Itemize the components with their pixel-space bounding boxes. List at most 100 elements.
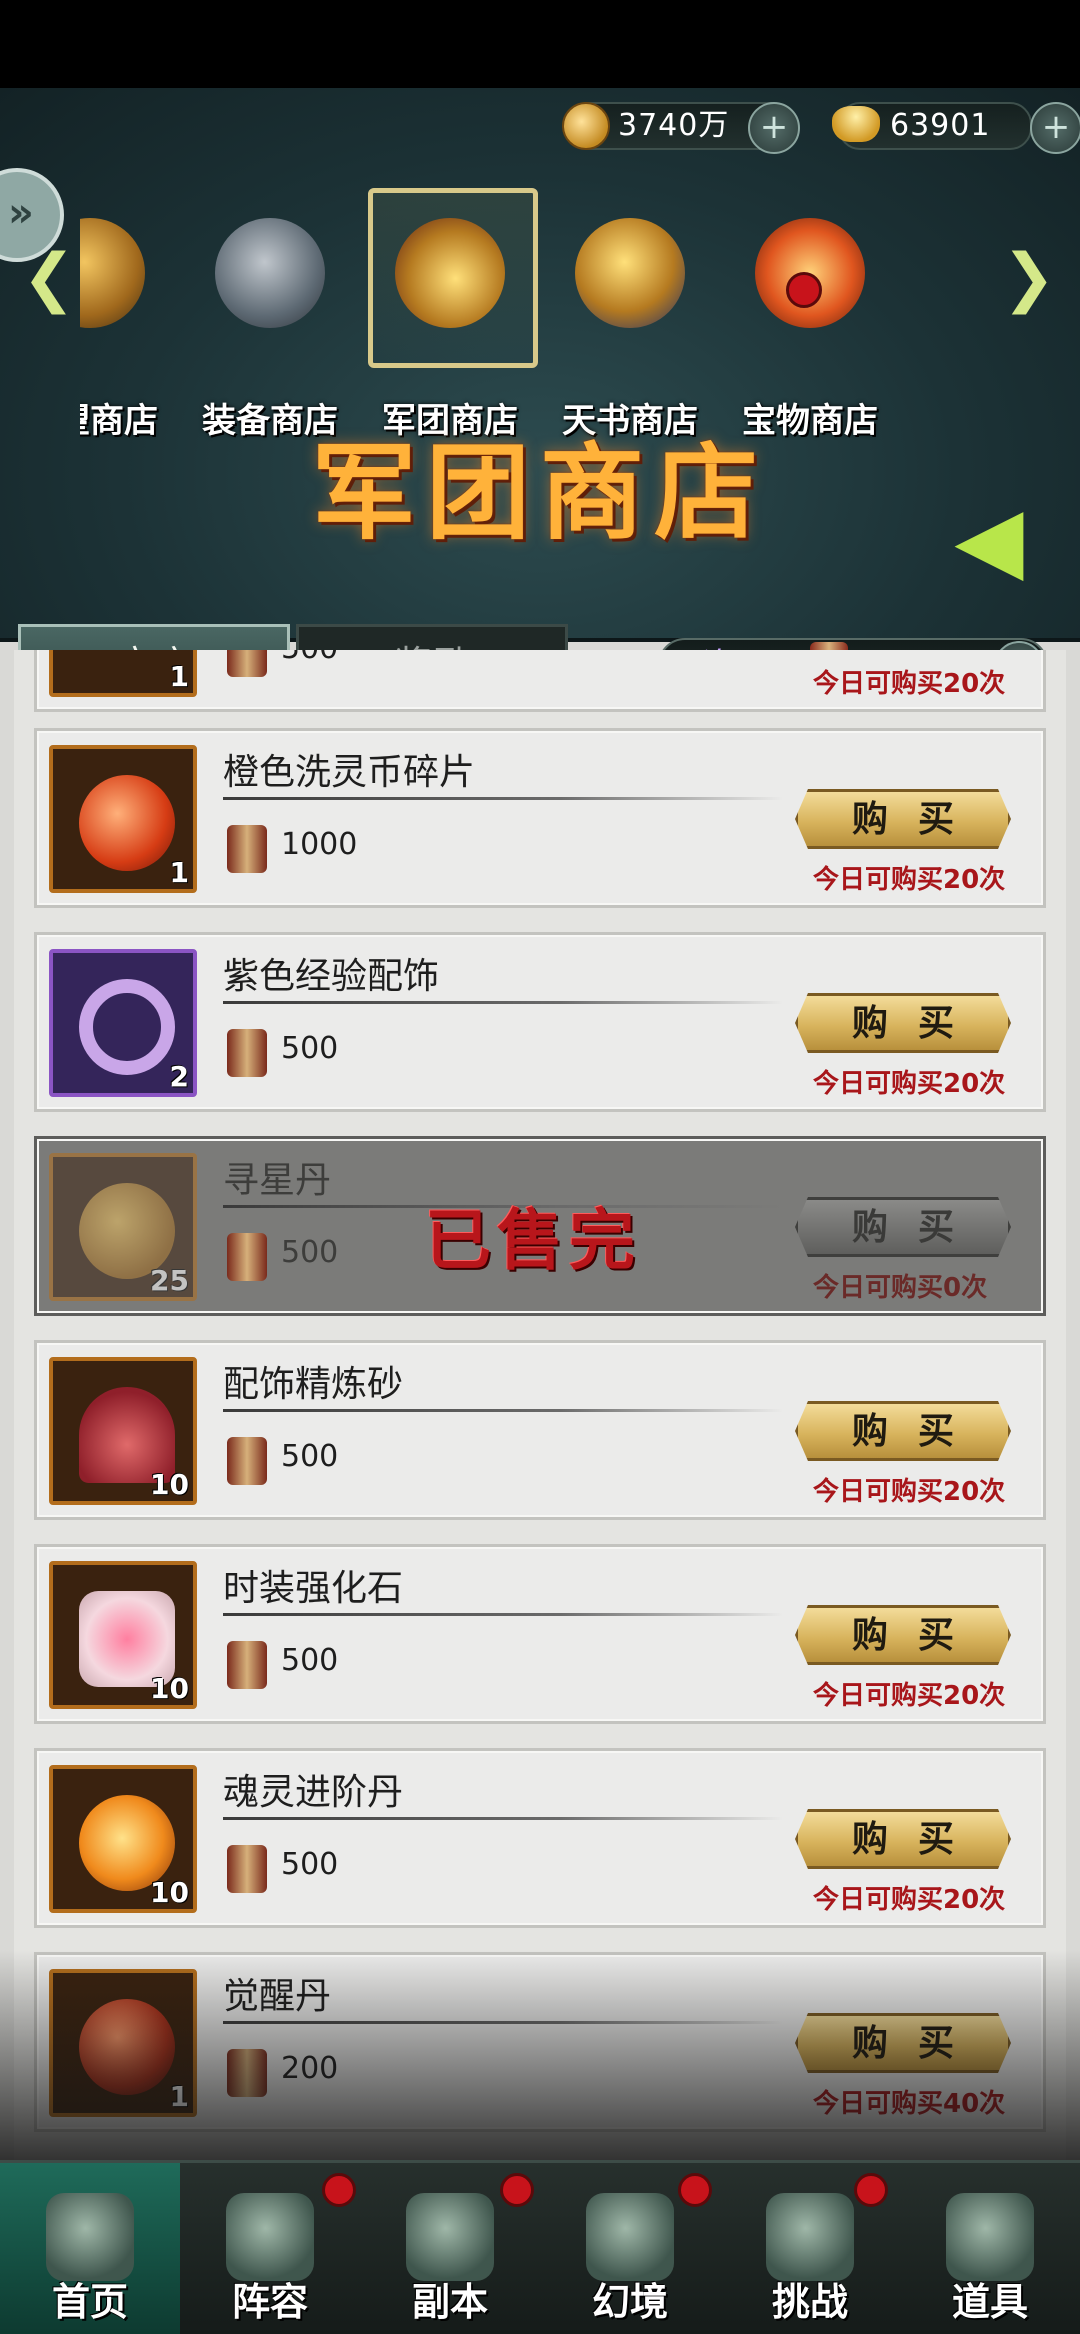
item-bag-icon [946, 2193, 1034, 2281]
item-price: 500 [281, 1439, 339, 1474]
item-thumbnail: 25 [49, 1153, 197, 1301]
item-quantity: 1 [169, 856, 189, 889]
shop-header: 3740万 + 63901 + » ❮ ❯ 声望商店 装备商店 军团商店 天书商… [0, 88, 1080, 704]
purchase-limit: 今日可购买20次 [813, 1681, 1006, 1711]
list-item: 10 时装强化石 500 购买 今日可购买20次 [34, 1544, 1046, 1724]
item-thumbnail: 2 [49, 949, 197, 1097]
item-price: 500 [281, 1235, 339, 1270]
scroll-icon [227, 1029, 267, 1077]
coin-balance: 3740万 + [562, 102, 800, 154]
divider [223, 2021, 783, 2024]
sold-out-stamp: 已售完 [425, 1201, 641, 1279]
prestige-shop-icon [80, 218, 145, 328]
dungeon-sword-icon [406, 2193, 494, 2281]
legion-emblem-icon[interactable]: ◀ [934, 490, 1044, 590]
list-item: 2 紫色经验配饰 500 购买 今日可购买20次 [34, 932, 1046, 1112]
shop-scroll-right-button[interactable]: ❯ [1002, 238, 1056, 318]
item-quantity: 10 [150, 1468, 189, 1501]
buy-button[interactable]: 购买 [795, 789, 1011, 849]
list-item: 10 魂灵进阶丹 500 购买 今日可购买20次 [34, 1748, 1046, 1928]
item-thumbnail: 10 [49, 1765, 197, 1913]
buy-button-disabled: 购买 [795, 1197, 1011, 1257]
scroll-icon [227, 1641, 267, 1689]
notification-dot [854, 2173, 888, 2207]
scroll-icon [227, 2049, 267, 2097]
list-item: 1 觉醒丹 200 购买 今日可购买40次 [34, 1952, 1046, 2132]
add-coins-button[interactable]: + [748, 102, 800, 154]
item-price: 500 [281, 1643, 339, 1678]
list-item: 10 配饰精炼砂 500 购买 今日可购买20次 [34, 1340, 1046, 1520]
page-title: 军团商店 [311, 431, 768, 554]
equipment-shop-icon [215, 218, 325, 328]
scroll-icon [227, 1233, 267, 1281]
item-quantity: 10 [150, 1672, 189, 1705]
notification-dot [500, 2173, 534, 2207]
notification-dot [786, 272, 822, 308]
status-bar [0, 0, 1080, 88]
nav-label: 阵容 [231, 2279, 308, 2324]
item-quantity: 10 [150, 1876, 189, 1909]
item-thumbnail: 1 [49, 650, 197, 697]
purchase-limit: 今日可购买20次 [813, 1477, 1006, 1507]
coin-icon [562, 102, 610, 150]
purchase-limit: 今日可购买0次 [813, 1273, 988, 1303]
purple-ring-icon [79, 979, 175, 1075]
divider [223, 1613, 783, 1616]
buy-button[interactable]: 购买 [795, 1809, 1011, 1869]
awakening-pill-icon [79, 1999, 175, 2095]
notification-dot [322, 2173, 356, 2207]
scroll-icon [227, 825, 267, 873]
list-item: 1 橙色洗灵币碎片 1000 购买 今日可购买20次 [34, 728, 1046, 908]
bottom-navigation: 首页 阵容 副本 幻境 挑战 道具 [0, 2160, 1080, 2334]
purchase-limit: 今日可购买20次 [813, 1069, 1006, 1099]
item-name: 橙色洗灵币碎片 [223, 752, 476, 793]
item-thumbnail: 1 [49, 1969, 197, 2117]
lineup-book-icon [226, 2193, 314, 2281]
double-chevron-icon: » [8, 190, 34, 236]
item-thumbnail: 1 [49, 745, 197, 893]
item-thumbnail: 10 [49, 1561, 197, 1709]
buy-button[interactable]: 购买 [795, 1605, 1011, 1665]
divider [223, 797, 783, 800]
item-price: 500 [281, 1031, 339, 1066]
shop-scroll-left-button[interactable]: ❮ [22, 238, 76, 318]
item-price: 500 [281, 650, 338, 666]
nav-home[interactable]: 首页 [0, 2163, 180, 2334]
item-price: 1000 [281, 827, 358, 862]
item-name: 寻星丹 [223, 1160, 332, 1201]
scroll-icon [227, 1845, 267, 1893]
item-quantity: 2 [169, 1060, 189, 1093]
purchase-limit: 今日可购买40次 [813, 2089, 1006, 2119]
item-name: 魂灵进阶丹 [223, 1772, 404, 1813]
list-item-sold-out: 25 寻星丹 500 已售完 购买 今日可购买0次 [34, 1136, 1046, 1316]
ingot-amount: 63901 [890, 108, 991, 143]
divider [223, 1001, 783, 1004]
item-quantity: 1 [169, 2080, 189, 2113]
item-name: 配饰精炼砂 [223, 1364, 404, 1405]
nav-label: 幻境 [591, 2279, 668, 2324]
ingot-icon [832, 106, 880, 142]
ingot-balance: 63901 + [832, 102, 1080, 154]
legion-shop-icon [395, 218, 505, 328]
buy-button[interactable]: 购买 [795, 1401, 1011, 1461]
buy-button[interactable]: 购买 [795, 2013, 1011, 2073]
buy-button[interactable]: 购买 [795, 993, 1011, 1053]
purchase-limit: 今日可购买20次 [813, 1885, 1006, 1915]
nav-items[interactable]: 道具 [900, 2163, 1080, 2334]
divider [223, 1409, 783, 1412]
nav-label: 副本 [411, 2279, 488, 2324]
heavenbook-shop-icon [575, 218, 685, 328]
shop-item-list[interactable]: 1 500 今日可购买20次 1 橙色洗灵币碎片 1000 购买 今日可购买20… [14, 650, 1066, 2160]
nav-label: 首页 [51, 2279, 128, 2324]
list-item: 1 500 今日可购买20次 [34, 650, 1046, 712]
item-quantity: 25 [150, 1264, 189, 1297]
home-pavilion-icon [46, 2193, 134, 2281]
item-name: 时装强化石 [223, 1568, 404, 1609]
purchase-limit: 今日可购买20次 [813, 669, 1006, 699]
purchase-limit: 今日可购买20次 [813, 865, 1006, 895]
coin-amount: 3740万 [618, 108, 730, 143]
item-price: 500 [281, 1847, 339, 1882]
divider [223, 1817, 783, 1820]
add-ingots-button[interactable]: + [1030, 102, 1080, 154]
scroll-icon [227, 650, 267, 677]
